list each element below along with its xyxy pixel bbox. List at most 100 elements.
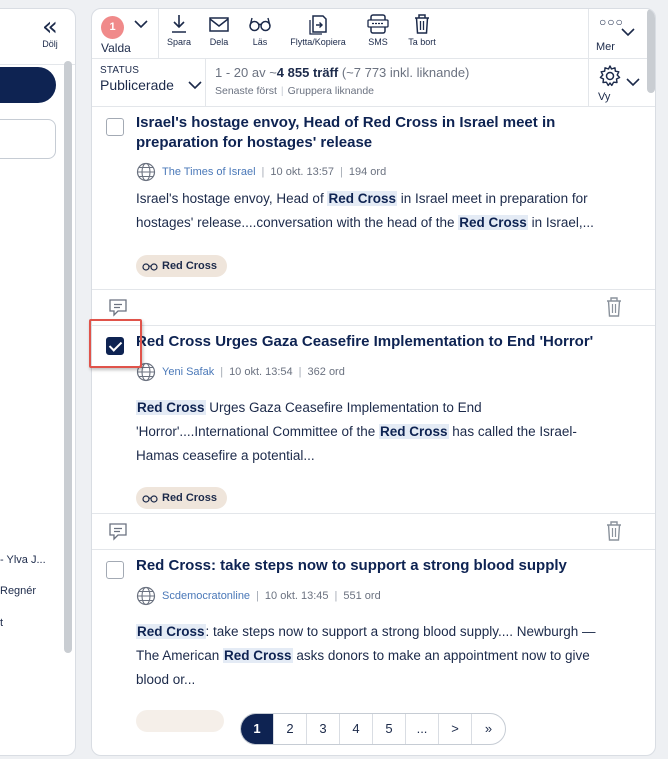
- article-date: 10 okt. 13:45: [264, 590, 329, 602]
- selected-dropdown[interactable]: 1 Valda: [100, 13, 156, 57]
- glasses-icon: [142, 263, 158, 271]
- separator: |: [256, 590, 259, 602]
- count-prefix: 1 - 20 av ~: [215, 65, 277, 80]
- separator: |: [280, 85, 284, 97]
- last-page-button[interactable]: »: [472, 714, 505, 744]
- article-snippet: Red Cross: take steps now to support a s…: [136, 620, 606, 692]
- page-button-2[interactable]: 2: [274, 714, 307, 744]
- view-label: Vy: [598, 91, 611, 103]
- separator: |: [220, 366, 224, 378]
- article-meta: Scdemocratonline | 10 okt. 13:45 | 551 ord: [136, 586, 381, 606]
- article-checkbox[interactable]: [106, 118, 124, 136]
- sidebar-scrollbar[interactable]: [64, 61, 72, 653]
- save-button[interactable]: Spara: [162, 13, 196, 47]
- article-date: 10 okt. 13:54: [229, 366, 293, 378]
- sort-option[interactable]: Senaste först: [215, 85, 277, 97]
- article-snippet: Red Cross Urges Gaza Ceasefire Implement…: [136, 396, 606, 468]
- article-word-count: 551 ord: [343, 590, 381, 602]
- more-label: Mer: [596, 41, 615, 53]
- page-button-5[interactable]: 5: [373, 714, 406, 744]
- comment-icon[interactable]: [108, 522, 128, 542]
- article-snippet: Israel's hostage envoy, Head of Red Cros…: [136, 187, 606, 235]
- view-dropdown[interactable]: Vy: [595, 62, 655, 106]
- toolbar-divider: [158, 9, 159, 59]
- left-panel: « Dölj - Ylva J... Regnér t: [0, 8, 76, 756]
- sidebar-list-item[interactable]: t: [0, 617, 3, 629]
- snippet-highlight: Red Cross: [379, 424, 449, 439]
- comment-icon[interactable]: [108, 298, 128, 318]
- article-item[interactable]: Red Cross Urges Gaza Ceasefire Implement…: [92, 326, 655, 514]
- keyword-tag[interactable]: Red Cross: [136, 487, 228, 509]
- collapse-sidebar-button[interactable]: « Dölj: [36, 12, 64, 49]
- snippet-text: in Israel,...: [527, 215, 594, 230]
- article-meta: The Times of Israel | 10 okt. 13:57 | 194 or…: [136, 162, 386, 182]
- article-title[interactable]: Red Cross Urges Gaza Ceasefire Implement…: [136, 332, 616, 352]
- trash-icon: [415, 14, 429, 34]
- sidebar-primary-button[interactable]: [0, 67, 56, 103]
- more-dropdown[interactable]: ○○○ Mer: [589, 13, 655, 57]
- count-total: 4 855 träff: [276, 65, 339, 80]
- share-label: Dela: [209, 37, 229, 47]
- selected-count-badge: 1: [101, 16, 124, 39]
- count-suffix: (~7 773 inkl. liknande): [338, 65, 470, 80]
- tag-label: Red Cross: [162, 492, 218, 504]
- article-source[interactable]: The Times of Israel: [162, 166, 256, 178]
- snippet-highlight: Red Cross: [136, 624, 206, 639]
- chevron-down-icon: [626, 75, 640, 90]
- glasses-icon: [142, 495, 158, 503]
- next-page-button[interactable]: >: [439, 714, 472, 744]
- result-count: 1 - 20 av ~4 855 träff (~7 773 inkl. lik…: [215, 65, 469, 97]
- sidebar-input[interactable]: [0, 119, 56, 159]
- globe-icon: [136, 162, 156, 182]
- gear-icon: [599, 65, 621, 87]
- chevron-down-icon: [188, 77, 202, 93]
- keyword-tag[interactable]: Red Cross: [136, 255, 228, 277]
- article-title[interactable]: Israel's hostage envoy, Head of Red Cros…: [136, 113, 616, 153]
- page-button-3[interactable]: 3: [307, 714, 340, 744]
- pagination: 1 2 3 4 5 ... > »: [240, 713, 506, 745]
- page-button-4[interactable]: 4: [340, 714, 373, 744]
- collapse-label: Dölj: [42, 39, 58, 49]
- article-word-count: 362 ord: [307, 366, 345, 378]
- status-label: STATUS: [100, 65, 140, 76]
- results-scrollbar[interactable]: [647, 9, 655, 93]
- article-title[interactable]: Red Cross: take steps now to support a s…: [136, 556, 616, 576]
- double-chevron-left-icon: «: [42, 12, 58, 42]
- move-copy-icon: [309, 15, 327, 35]
- download-icon: [172, 15, 186, 33]
- tag-label: Red Cross: [162, 260, 218, 272]
- read-label: Läs: [252, 37, 268, 47]
- article-checkbox[interactable]: [106, 561, 124, 579]
- share-button[interactable]: Dela: [203, 13, 235, 47]
- article-source[interactable]: Yeni Safak: [162, 366, 214, 378]
- article-source[interactable]: Scdemocratonline: [162, 590, 250, 602]
- delete-button[interactable]: Ta bort: [403, 13, 441, 47]
- status-divider: [588, 59, 589, 107]
- separator: |: [261, 166, 265, 178]
- move-copy-button[interactable]: Flytta/Kopiera: [282, 13, 354, 47]
- trash-icon[interactable]: [604, 520, 624, 542]
- status-bar: STATUS Publicerade 1 - 20 av ~4 855 träf…: [92, 59, 655, 107]
- snippet-highlight: Red Cross: [136, 400, 206, 415]
- toolbar: 1 Valda Spara Dela Läs Flytta/Kopiera SM…: [92, 9, 655, 59]
- page-button-1[interactable]: 1: [241, 714, 274, 744]
- status-divider: [205, 59, 206, 107]
- sidebar-list-item[interactable]: Regnér: [0, 585, 36, 597]
- page-ellipsis[interactable]: ...: [406, 714, 439, 744]
- separator: |: [340, 166, 343, 178]
- article-word-count: 194 ord: [348, 166, 387, 178]
- group-similar-option[interactable]: Gruppera liknande: [288, 85, 374, 97]
- snippet-highlight: Red Cross: [223, 648, 293, 663]
- status-filter-dropdown[interactable]: STATUS Publicerade: [100, 65, 208, 93]
- envelope-icon: [209, 17, 229, 32]
- trash-icon[interactable]: [604, 296, 624, 318]
- read-button[interactable]: Läs: [245, 13, 275, 47]
- chevron-down-icon: [621, 25, 635, 40]
- article-meta: Yeni Safak | 10 okt. 13:54 | 362 ord: [136, 362, 345, 382]
- article-item[interactable]: Israel's hostage envoy, Head of Red Cros…: [92, 107, 655, 290]
- sms-button[interactable]: SMS: [362, 13, 394, 47]
- sidebar-list-item[interactable]: - Ylva J...: [0, 554, 46, 566]
- move-copy-label: Flytta/Kopiera: [290, 37, 346, 47]
- snippet-highlight: Red Cross: [458, 215, 528, 230]
- delete-label: Ta bort: [408, 37, 436, 47]
